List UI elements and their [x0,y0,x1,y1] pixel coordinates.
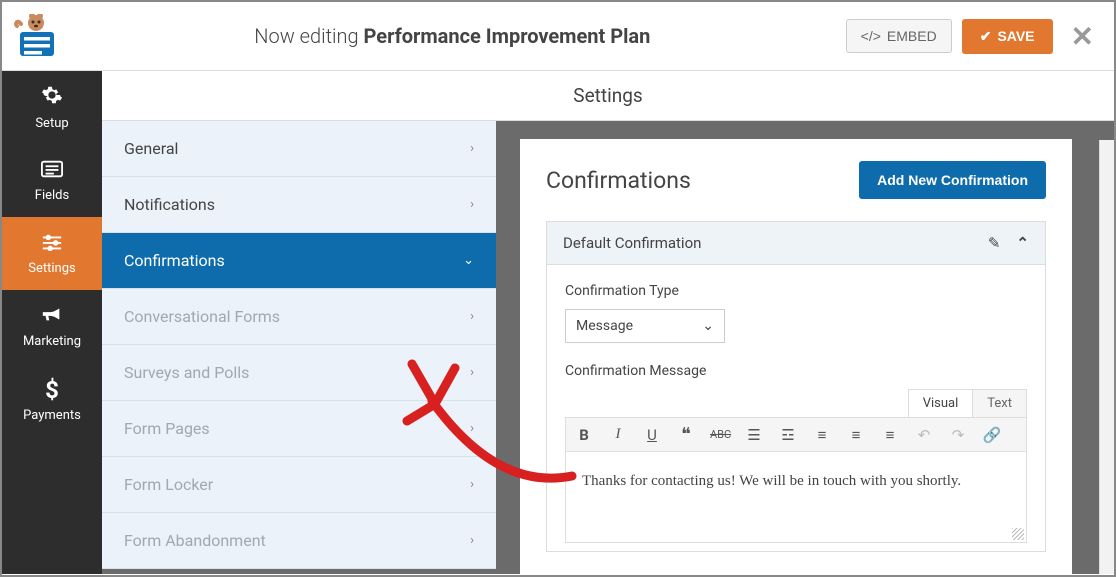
settings-item-general[interactable]: General › [102,121,496,177]
settings-item-label: General [124,139,178,158]
sidebar-item-label: Setup [35,116,68,131]
sidebar-item-fields[interactable]: Fields [2,144,102,217]
bold-icon[interactable]: B [574,426,594,444]
settings-item-abandonment[interactable]: Form Abandonment › [102,513,496,569]
strikethrough-icon[interactable]: ABC [710,428,730,441]
settings-item-confirmations[interactable]: Confirmations ⌄ [102,233,496,289]
confirmation-type-select[interactable]: Message ⌄ [565,309,725,343]
settings-item-conversational[interactable]: Conversational Forms › [102,289,496,345]
settings-item-label: Conversational Forms [124,307,280,326]
editor-tab-visual[interactable]: Visual [908,389,974,417]
link-icon[interactable]: 🔗 [982,426,1002,444]
chevron-right-icon: › [470,141,474,156]
settings-item-label: Confirmations [124,251,225,270]
gear-icon [41,84,63,112]
chevron-down-icon: ⌄ [463,253,474,268]
sidebar-item-label: Marketing [23,334,81,349]
settings-item-label: Form Pages [124,419,210,438]
chevron-right-icon: › [470,533,474,548]
sidebar-item-label: Settings [28,261,75,276]
save-button[interactable]: ✔ SAVE [962,19,1053,54]
sidebar-item-label: Fields [35,188,69,203]
resize-handle[interactable] [1012,528,1024,540]
settings-item-formpages[interactable]: Form Pages › [102,401,496,457]
align-left-icon[interactable]: ≡ [812,426,832,444]
left-sidebar: Setup Fields Settings Marketing $ Paymen… [2,71,102,574]
list-icon [41,159,63,184]
editor-toolbar: B I U ❝ ABC ☰ ☲ ≡ ≡ [566,418,1026,452]
sidebar-item-marketing[interactable]: Marketing [2,290,102,363]
wpforms-logo [14,14,59,59]
chevron-right-icon: › [470,421,474,436]
scrollbar[interactable] [1099,140,1114,574]
message-textarea[interactable]: Thanks for contacting us! We will be in … [566,452,1026,542]
settings-item-label: Form Locker [124,475,213,494]
chevron-right-icon: › [470,309,474,324]
editing-prefix: Now editing [254,24,358,48]
save-label: SAVE [997,28,1034,44]
page-title: Now editing Performance Improvement Plan [59,24,846,48]
settings-menu: General › Notifications › Confirmations … [102,121,496,574]
quote-icon[interactable]: ❝ [676,424,696,445]
settings-item-notifications[interactable]: Notifications › [102,177,496,233]
bullet-list-icon[interactable]: ☰ [744,426,764,444]
main-panel: Confirmations Add New Confirmation Defau… [496,121,1114,574]
collapse-icon[interactable]: ⌃ [1016,234,1029,252]
app-header: Now editing Performance Improvement Plan… [2,2,1114,71]
numbered-list-icon[interactable]: ☲ [778,426,798,444]
redo-icon[interactable]: ↷ [948,426,968,444]
settings-item-formlocker[interactable]: Form Locker › [102,457,496,513]
code-icon: </> [861,28,881,44]
pencil-icon[interactable]: ✎ [988,234,1001,252]
chevron-down-icon: ⌄ [702,318,714,334]
sidebar-item-settings[interactable]: Settings [2,217,102,290]
sliders-icon [41,232,63,257]
bullhorn-icon [41,304,63,330]
settings-item-label: Notifications [124,195,215,214]
settings-title: Settings [102,71,1114,121]
sidebar-item-payments[interactable]: $ Payments [2,363,102,436]
settings-item-label: Form Abandonment [124,531,266,550]
confirmation-message-label: Confirmation Message [565,363,1027,379]
settings-item-label: Surveys and Polls [124,363,249,382]
chevron-right-icon: › [470,477,474,492]
panel-title: Confirmations [546,167,691,194]
check-icon: ✔ [980,28,992,45]
close-icon[interactable]: ✕ [1071,20,1094,53]
dollar-icon: $ [45,376,59,404]
select-value: Message [576,318,633,334]
italic-icon[interactable]: I [608,426,628,443]
settings-item-surveys[interactable]: Surveys and Polls › [102,345,496,401]
align-right-icon[interactable]: ≡ [880,426,900,444]
chevron-right-icon: › [470,365,474,380]
form-name: Performance Improvement Plan [364,24,651,48]
chevron-right-icon: › [470,197,474,212]
sidebar-item-setup[interactable]: Setup [2,71,102,144]
editor-tab-text[interactable]: Text [972,389,1027,417]
align-center-icon[interactable]: ≡ [846,426,866,444]
confirmation-card: Default Confirmation ✎ ⌃ Confirmation Ty… [546,221,1046,552]
underline-icon[interactable]: U [642,426,662,444]
embed-label: EMBED [887,28,937,44]
embed-button[interactable]: </> EMBED [846,19,952,53]
add-confirmation-button[interactable]: Add New Confirmation [859,161,1046,199]
rich-text-editor: B I U ❝ ABC ☰ ☲ ≡ ≡ [565,417,1027,543]
sidebar-item-label: Payments [23,408,81,423]
undo-icon[interactable]: ↶ [914,426,934,444]
card-title: Default Confirmation [563,234,701,252]
confirmation-type-label: Confirmation Type [565,283,1027,299]
